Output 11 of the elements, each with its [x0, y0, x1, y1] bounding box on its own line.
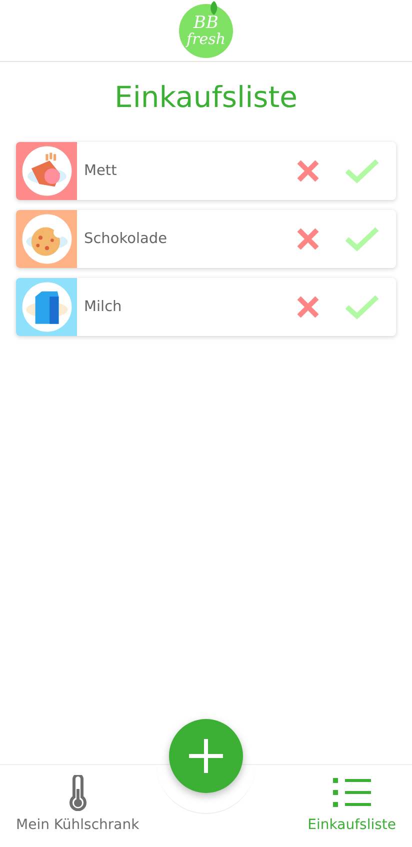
item-name: Schokolade	[83, 231, 168, 247]
nav-tab[interactable]: Einkaufsliste	[308, 765, 396, 847]
page-title: Einkaufsliste	[114, 80, 298, 114]
item-name: Milch	[83, 299, 123, 315]
item-name: Mett	[83, 163, 118, 179]
logo-text: fresh	[186, 32, 226, 47]
thermometer-icon	[68, 775, 88, 811]
logo-text: BB	[194, 15, 218, 32]
plus-icon	[186, 736, 226, 776]
nav-tab[interactable]: Mein Kühlschrank	[16, 765, 140, 847]
add-button[interactable]	[169, 719, 243, 793]
